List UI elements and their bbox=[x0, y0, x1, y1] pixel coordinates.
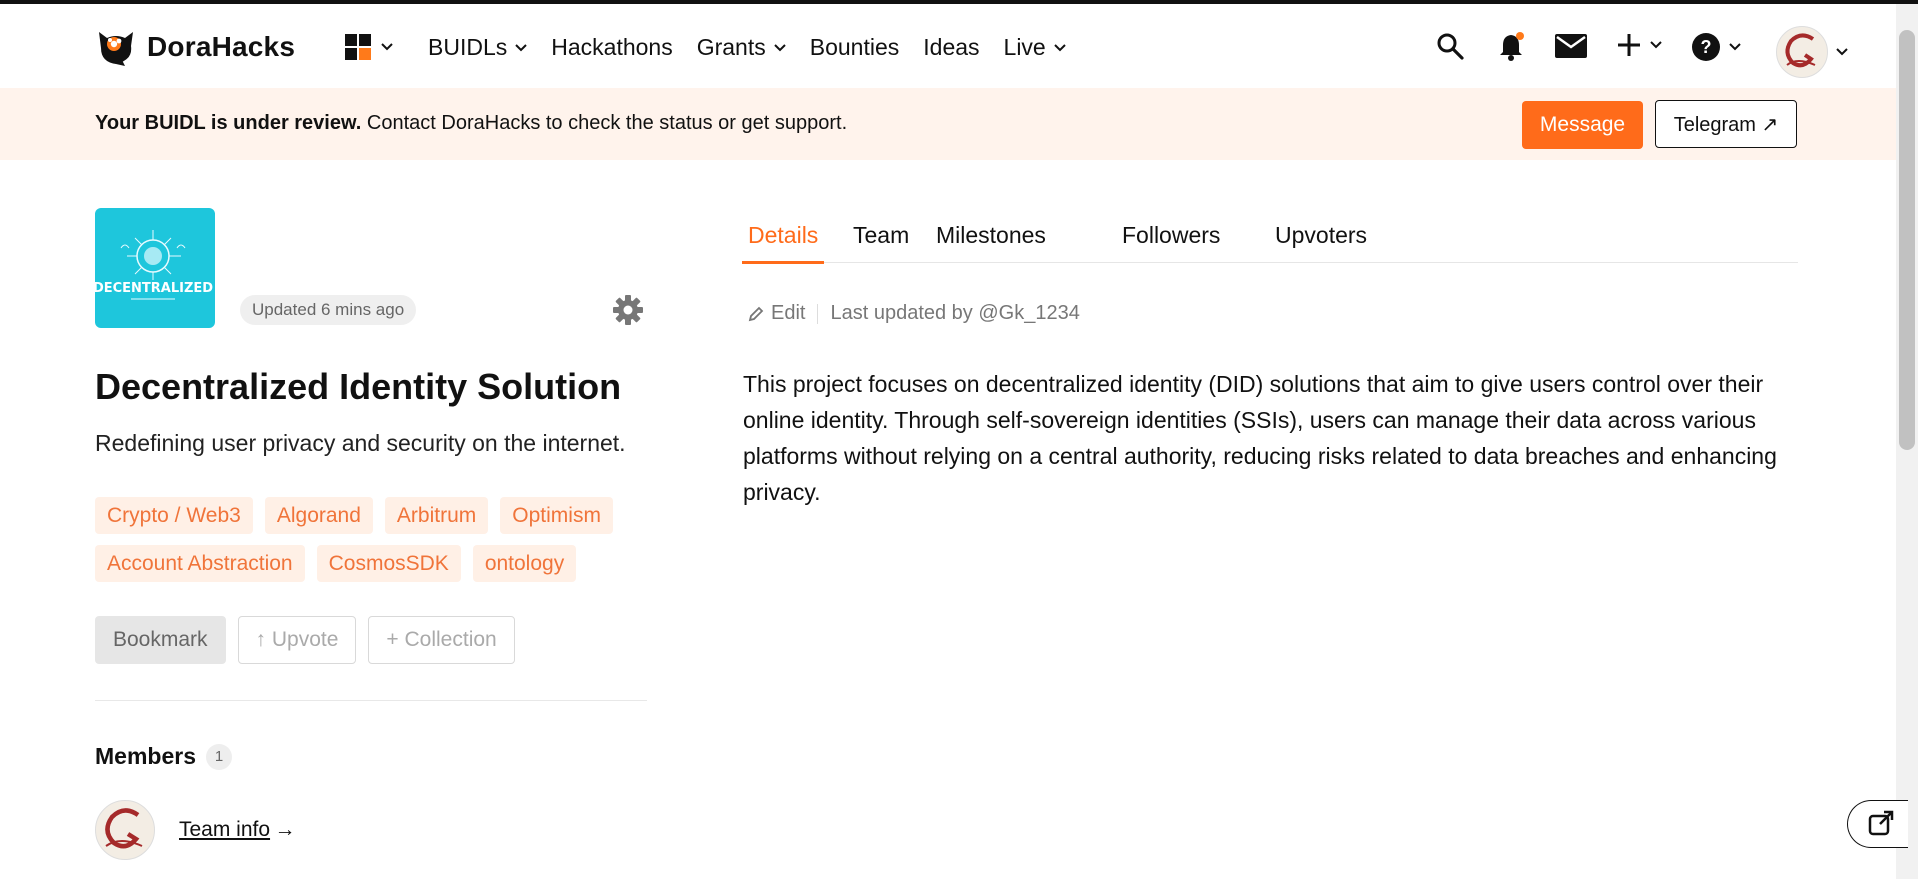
search-button[interactable] bbox=[1436, 32, 1464, 60]
message-button[interactable]: Message bbox=[1522, 101, 1643, 149]
mail-icon bbox=[1555, 34, 1587, 58]
create-menu-button[interactable] bbox=[1616, 32, 1662, 58]
chevron-down-icon bbox=[515, 43, 527, 51]
project-logo: DECENTRALIZED bbox=[95, 208, 215, 328]
apps-grid-icon bbox=[345, 34, 371, 60]
project-actions: Bookmark ↑ Upvote + Collection bbox=[95, 616, 515, 664]
brand-logo[interactable]: DoraHacks bbox=[95, 26, 295, 68]
banner-detail-text: Contact DoraHacks to check the status or… bbox=[361, 112, 848, 134]
review-status-banner: Your BUIDL is under review. Contact Dora… bbox=[0, 88, 1896, 160]
tag-chip[interactable]: CosmosSDK bbox=[316, 545, 461, 582]
bookmark-button[interactable]: Bookmark bbox=[95, 616, 226, 664]
banner-message: Your BUIDL is under review. Contact Dora… bbox=[95, 112, 847, 135]
tag-chip[interactable]: Optimism bbox=[500, 497, 613, 534]
chevron-down-icon bbox=[1650, 41, 1662, 49]
notification-dot bbox=[1516, 32, 1524, 40]
team-info-link[interactable]: Team info bbox=[179, 818, 270, 841]
edit-label: Edit bbox=[771, 302, 806, 324]
banner-bold-text: Your BUIDL is under review. bbox=[95, 112, 362, 134]
plus-icon bbox=[1618, 34, 1640, 56]
nav-item-label: Hackathons bbox=[551, 34, 673, 60]
notifications-button[interactable] bbox=[1496, 32, 1526, 62]
project-tags: Crypto / Web3 Algorand Arbitrum Optimism Ac… bbox=[95, 497, 655, 593]
page-scrollbar[interactable] bbox=[1896, 4, 1918, 879]
apps-menu-button[interactable] bbox=[345, 34, 393, 60]
tag-chip[interactable]: Algorand bbox=[264, 497, 373, 534]
messages-button[interactable] bbox=[1554, 32, 1588, 60]
tag-chip[interactable]: Arbitrum bbox=[384, 497, 489, 534]
search-icon bbox=[1437, 33, 1464, 60]
avatar bbox=[1776, 26, 1828, 78]
user-avatar-image bbox=[1785, 33, 1816, 68]
chevron-down-icon bbox=[381, 43, 393, 51]
share-icon bbox=[1868, 810, 1894, 836]
svg-text:?: ? bbox=[1701, 37, 1712, 57]
nav-item-bounties[interactable]: Bounties bbox=[810, 34, 900, 61]
main-menu: BUIDLs Hackathons Grants Bounties Ideas Live bbox=[428, 34, 1090, 61]
section-divider bbox=[95, 700, 647, 701]
member-avatar-image bbox=[105, 808, 143, 849]
chevron-down-icon bbox=[1729, 43, 1741, 51]
last-updated-text: Last updated by @Gk_1234 bbox=[830, 302, 1080, 324]
nav-item-label: BUIDLs bbox=[428, 34, 508, 60]
project-subtitle: Redefining user privacy and security on … bbox=[95, 430, 626, 456]
bell-icon bbox=[1500, 32, 1524, 61]
project-logo-image: DECENTRALIZED bbox=[95, 230, 213, 300]
nav-right-icons: ? bbox=[1436, 26, 1896, 78]
chevron-down-icon bbox=[1054, 43, 1066, 51]
edit-button[interactable]: Edit bbox=[747, 302, 805, 325]
telegram-button[interactable]: Telegram ↗ bbox=[1655, 100, 1797, 148]
arrow-right-icon: → bbox=[274, 818, 296, 841]
nav-item-label: Live bbox=[1003, 34, 1046, 60]
gear-icon[interactable] bbox=[612, 294, 644, 326]
help-menu-button[interactable]: ? bbox=[1691, 32, 1741, 62]
tag-row: Account Abstraction CosmosSDK ontology bbox=[95, 545, 655, 582]
tag-row: Crypto / Web3 Algorand Arbitrum Optimism bbox=[95, 497, 655, 534]
nav-item-hackathons[interactable]: Hackathons bbox=[551, 34, 672, 61]
tag-chip[interactable]: Account Abstraction bbox=[95, 545, 305, 582]
avatar[interactable] bbox=[95, 800, 155, 860]
chevron-down-icon bbox=[1836, 48, 1848, 56]
user-menu-button[interactable] bbox=[1776, 26, 1848, 78]
members-label: Members bbox=[95, 743, 196, 769]
share-floating-button[interactable] bbox=[1847, 800, 1908, 848]
pencil-icon bbox=[748, 306, 764, 321]
tag-chip[interactable]: ontology bbox=[472, 545, 577, 582]
nav-item-label: Bounties bbox=[809, 34, 900, 60]
dorahacks-owl-icon bbox=[99, 32, 133, 66]
tag-chip[interactable]: Crypto / Web3 bbox=[95, 497, 253, 534]
tab-milestones[interactable]: Milestones bbox=[936, 222, 1046, 261]
tab-upvoters[interactable]: Upvoters bbox=[1275, 222, 1367, 261]
tab-team[interactable]: Team bbox=[853, 222, 909, 261]
scrollbar-thumb[interactable] bbox=[1899, 30, 1915, 450]
tab-details[interactable]: Details bbox=[742, 222, 825, 264]
upvote-button[interactable]: ↑ Upvote bbox=[237, 616, 357, 664]
project-title: Decentralized Identity Solution bbox=[95, 366, 622, 407]
updated-badge: Updated 6 mins ago bbox=[240, 295, 417, 325]
chevron-down-icon bbox=[774, 43, 786, 51]
tab-followers[interactable]: Followers bbox=[1122, 222, 1220, 261]
project-description: This project focuses on decentralized id… bbox=[743, 371, 1777, 505]
brand-name: DoraHacks bbox=[147, 31, 296, 62]
divider bbox=[817, 303, 819, 324]
top-navbar: DoraHacks BUIDLs Hackathons Grants Bounties… bbox=[0, 4, 1896, 88]
nav-item-label: Grants bbox=[696, 34, 766, 60]
project-tabs: Details Team Milestones Followers Upvoters bbox=[742, 218, 1798, 264]
nav-item-grants[interactable]: Grants bbox=[697, 34, 786, 61]
nav-item-buidls[interactable]: BUIDLs bbox=[428, 34, 527, 61]
help-icon: ? bbox=[1692, 33, 1720, 61]
edit-row: Edit Last updated by @Gk_1234 bbox=[747, 302, 1080, 325]
member-row: Team info → bbox=[95, 800, 296, 860]
members-heading: Members 1 bbox=[95, 743, 232, 770]
nav-item-live[interactable]: Live bbox=[1004, 34, 1066, 61]
nav-item-label: Ideas bbox=[923, 34, 980, 60]
add-to-collection-button[interactable]: + Collection bbox=[368, 616, 515, 664]
nav-item-ideas[interactable]: Ideas bbox=[923, 34, 979, 61]
members-count-badge: 1 bbox=[205, 743, 232, 770]
logo-wordmark: DECENTRALIZED bbox=[95, 281, 213, 296]
